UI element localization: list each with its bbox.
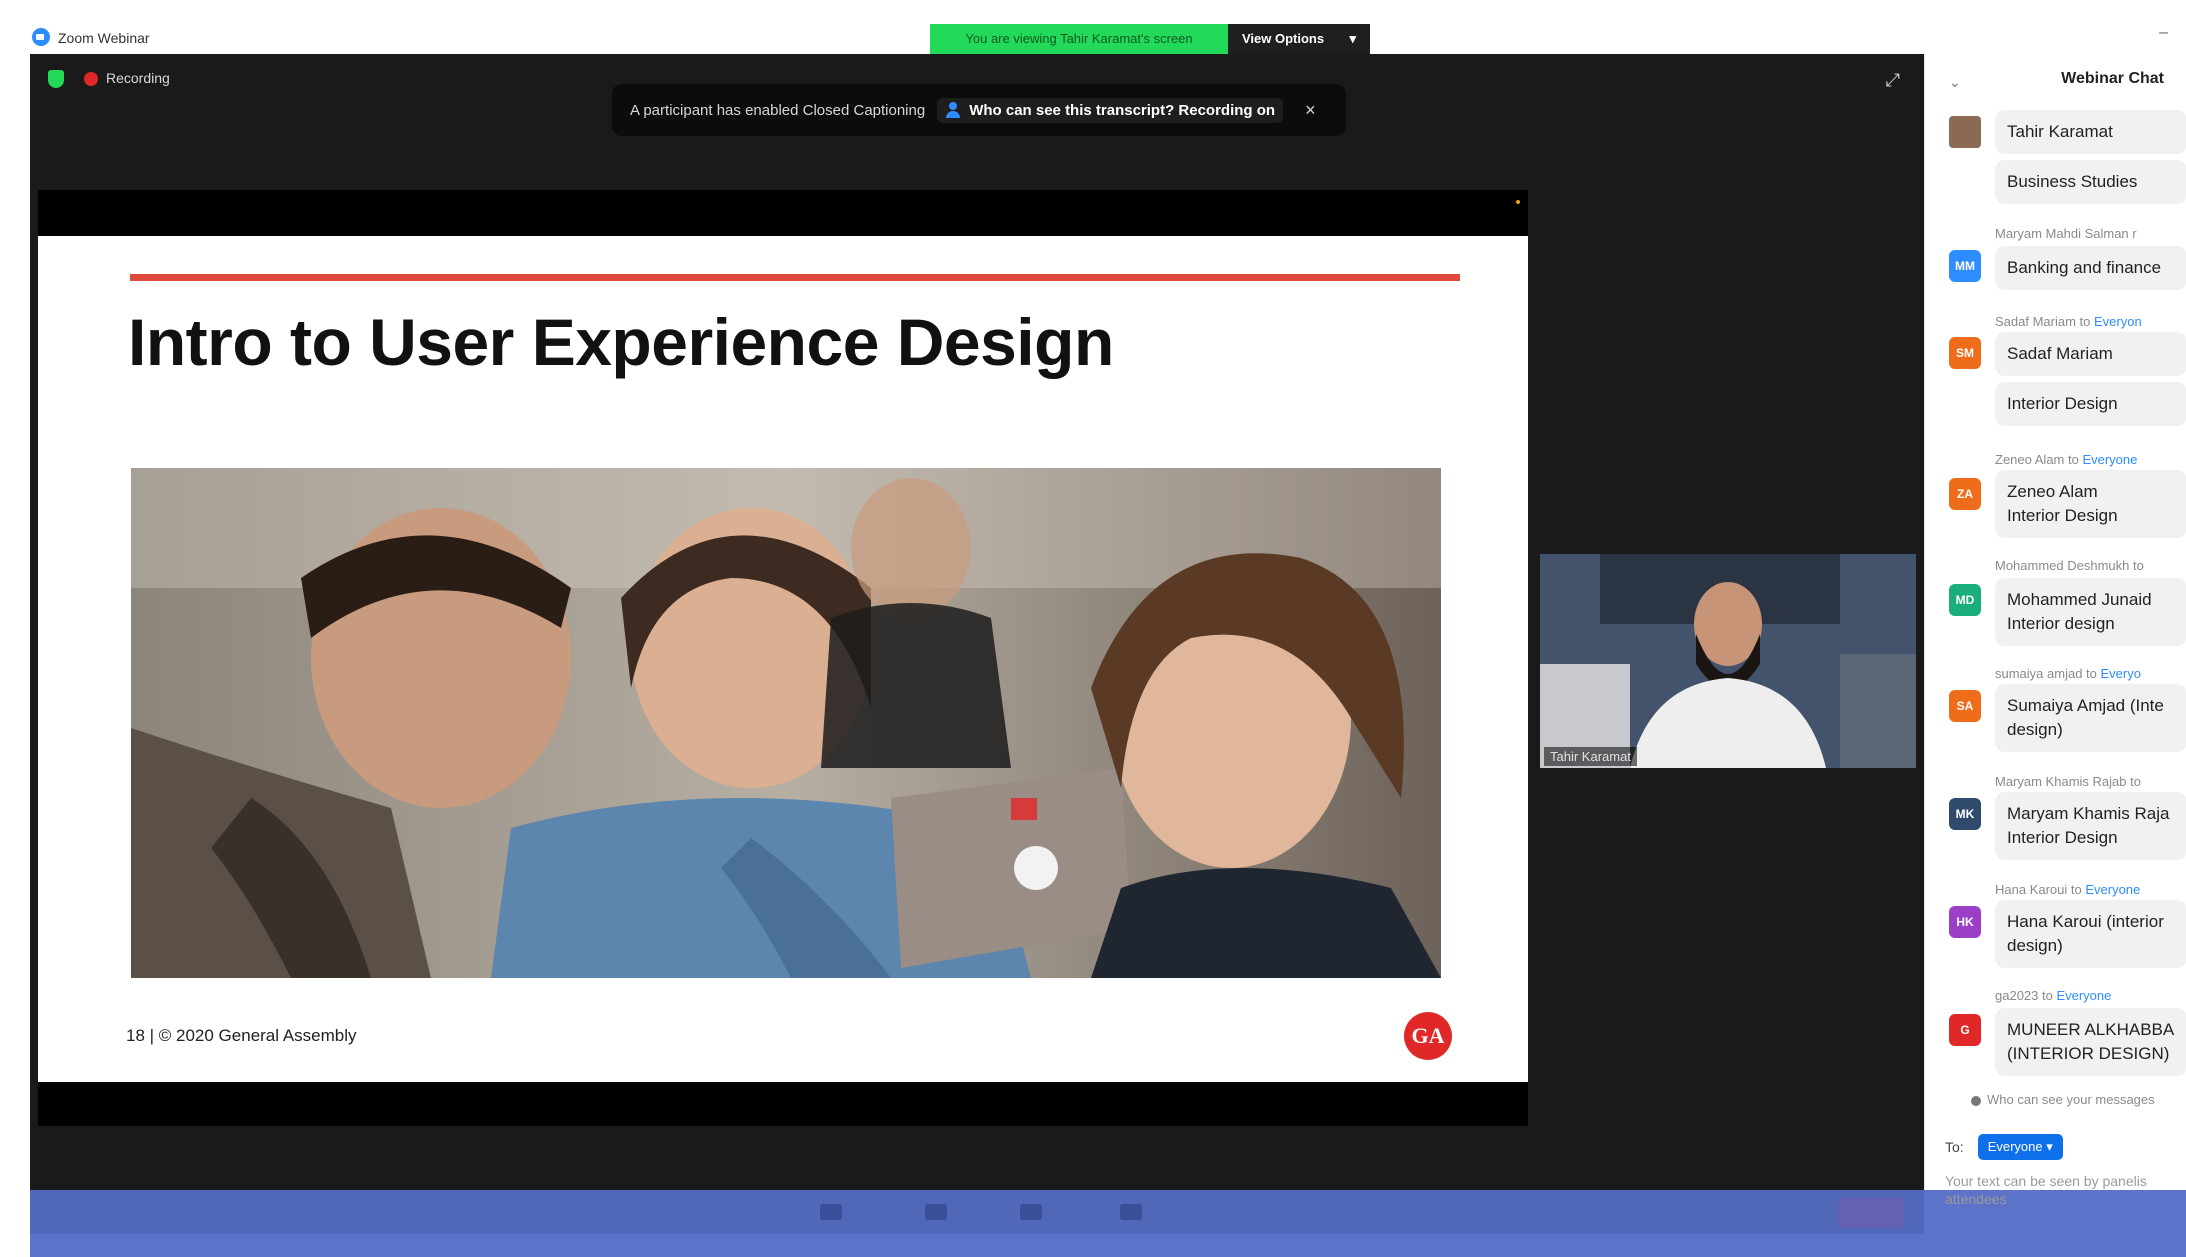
message-header: Hana Karoui to Everyone: [1995, 882, 2141, 897]
meeting-toolbar: [30, 1190, 2186, 1257]
classroom-photo: [131, 468, 1441, 978]
participant-name-label: Tahir Karamat: [1544, 747, 1637, 766]
presentation-slide: Intro to User Experience Design 18 | © 2…: [38, 236, 1528, 1082]
general-assembly-logo: GA: [1404, 1012, 1452, 1060]
message-line: Maryam Khamis Raja: [2007, 804, 2170, 823]
message-header: ga2023 to Everyone: [1995, 988, 2112, 1003]
speaker-video-feed: [1540, 554, 1916, 768]
speaker-video-tile[interactable]: Tahir Karamat: [1540, 554, 1916, 768]
recording-icon: [84, 72, 98, 86]
message-line: Interior Design: [2007, 828, 2118, 847]
closed-caption-notice: A participant has enabled Closed Caption…: [612, 84, 1346, 136]
view-options-label: View Options: [1242, 31, 1325, 46]
chat-message: Tahir Karamat: [1995, 110, 2186, 154]
chat-message: Business Studies: [1995, 160, 2186, 204]
chat-message: Mohammed Junaid Interior design: [1995, 578, 2186, 646]
captions-icon[interactable]: [1120, 1204, 1142, 1220]
avatar: ZA: [1949, 478, 1981, 510]
raise-hand-icon[interactable]: [925, 1204, 947, 1220]
shield-icon[interactable]: [48, 70, 64, 88]
leave-button[interactable]: [1838, 1198, 1904, 1228]
fullscreen-icon[interactable]: ⤢: [1886, 70, 1900, 91]
minimize-icon[interactable]: –: [2159, 24, 2168, 42]
avatar: HK: [1949, 906, 1981, 938]
message-line: Interior Design: [2007, 506, 2118, 525]
recipient-label: To:: [1945, 1139, 1964, 1155]
transcript-info-label: Who can see this transcript? Recording o…: [969, 101, 1276, 119]
message-line: Sadaf Mariam: [2007, 344, 2113, 363]
person-icon: [1971, 1096, 1981, 1106]
qa-icon[interactable]: [1020, 1204, 1042, 1220]
avatar: SM: [1949, 337, 1981, 369]
meeting-area: Recording ⤢ A participant has enabled Cl…: [30, 54, 1924, 1234]
window-title: Zoom Webinar: [58, 30, 150, 46]
message-line: Interior Design: [2007, 394, 2118, 413]
message-visibility-link[interactable]: Who can see your messages: [1987, 1092, 2155, 1107]
chevron-down-icon: ▾: [1349, 31, 1356, 46]
transcript-info-link[interactable]: Who can see this transcript? Recording o…: [937, 97, 1284, 123]
message-line: design): [2007, 720, 2063, 739]
recipient-row: To: Everyone ▾: [1945, 1134, 2063, 1160]
chat-icon[interactable]: [820, 1204, 842, 1220]
screen-share-banner: You are viewing Tahir Karamat's screen V…: [930, 24, 1370, 54]
slide-photo: [131, 468, 1441, 978]
recording-label: Recording: [106, 70, 170, 86]
close-icon[interactable]: ×: [1305, 100, 1316, 121]
chat-message: MUNEER ALKHABBA (INTERIOR DESIGN): [1995, 1008, 2186, 1076]
avatar: SA: [1949, 690, 1981, 722]
message-header: sumaiya amjad to Everyo: [1995, 666, 2141, 681]
message-line: Banking and finance: [2007, 258, 2162, 277]
chat-message: Maryam Khamis Raja Interior Design: [1995, 792, 2186, 860]
message-header: Maryam Khamis Rajab to: [1995, 774, 2141, 789]
slide-footer: 18 | © 2020 General Assembly: [126, 1026, 357, 1045]
message-line: Sumaiya Amjad (Inte: [2007, 696, 2164, 715]
message-line: Interior design: [2007, 614, 2115, 633]
zoom-logo-icon: [32, 28, 50, 46]
avatar: G: [1949, 1014, 1981, 1046]
person-icon: [945, 102, 961, 118]
message-line: Tahir Karamat: [2007, 122, 2113, 141]
chat-message: Sadaf Mariam: [1995, 332, 2186, 376]
message-line: Mohammed Junaid: [2007, 590, 2152, 609]
message-header: Mohammed Deshmukh to: [1995, 558, 2144, 573]
cc-notice-text: A participant has enabled Closed Caption…: [630, 101, 926, 119]
chat-message: Sumaiya Amjad (Inte design): [1995, 684, 2186, 752]
message-header: Sadaf Mariam to Everyon: [1995, 314, 2142, 329]
message-header: Maryam Mahdi Salman r: [1995, 226, 2137, 241]
chevron-down-icon[interactable]: ⌄: [1949, 74, 1961, 91]
message-line: (INTERIOR DESIGN): [2007, 1044, 2170, 1063]
message-line: Zeneo Alam: [2007, 482, 2098, 501]
chat-input-placeholder[interactable]: Your text can be seen by panelis attende…: [1945, 1172, 2185, 1208]
chat-title: Webinar Chat: [2061, 70, 2164, 87]
slide-title: Intro to User Experience Design: [128, 305, 1114, 379]
message-line: MUNEER ALKHABBA: [2007, 1020, 2175, 1039]
chat-message: Interior Design: [1995, 382, 2186, 426]
toolbar-strip: [30, 1190, 1924, 1234]
avatar: MD: [1949, 584, 1981, 616]
chat-message: Zeneo Alam Interior Design: [1995, 470, 2186, 538]
avatar: [1949, 116, 1981, 148]
title-bar: Zoom Webinar You are viewing Tahir Karam…: [0, 0, 2186, 54]
indicator-dot: [1516, 200, 1520, 204]
webinar-chat-panel: ⌄ Webinar Chat Tahir Karamat Business St…: [1924, 54, 2186, 1207]
message-line: Business Studies: [2007, 172, 2138, 191]
view-options-button[interactable]: View Options ▾: [1228, 24, 1370, 54]
viewing-screen-label: You are viewing Tahir Karamat's screen: [930, 24, 1228, 54]
chat-message: Banking and finance: [1995, 246, 2186, 290]
avatar: MK: [1949, 798, 1981, 830]
message-line: Hana Karoui (interior: [2007, 912, 2164, 931]
recipient-dropdown[interactable]: Everyone ▾: [1977, 1134, 2063, 1160]
avatar: MM: [1949, 250, 1981, 282]
shared-screen: Intro to User Experience Design 18 | © 2…: [38, 190, 1528, 1126]
slide-accent-rule: [130, 274, 1460, 281]
message-line: design): [2007, 936, 2063, 955]
message-header: Zeneo Alam to Everyone: [1995, 452, 2138, 467]
chat-message: Hana Karoui (interior design): [1995, 900, 2186, 968]
